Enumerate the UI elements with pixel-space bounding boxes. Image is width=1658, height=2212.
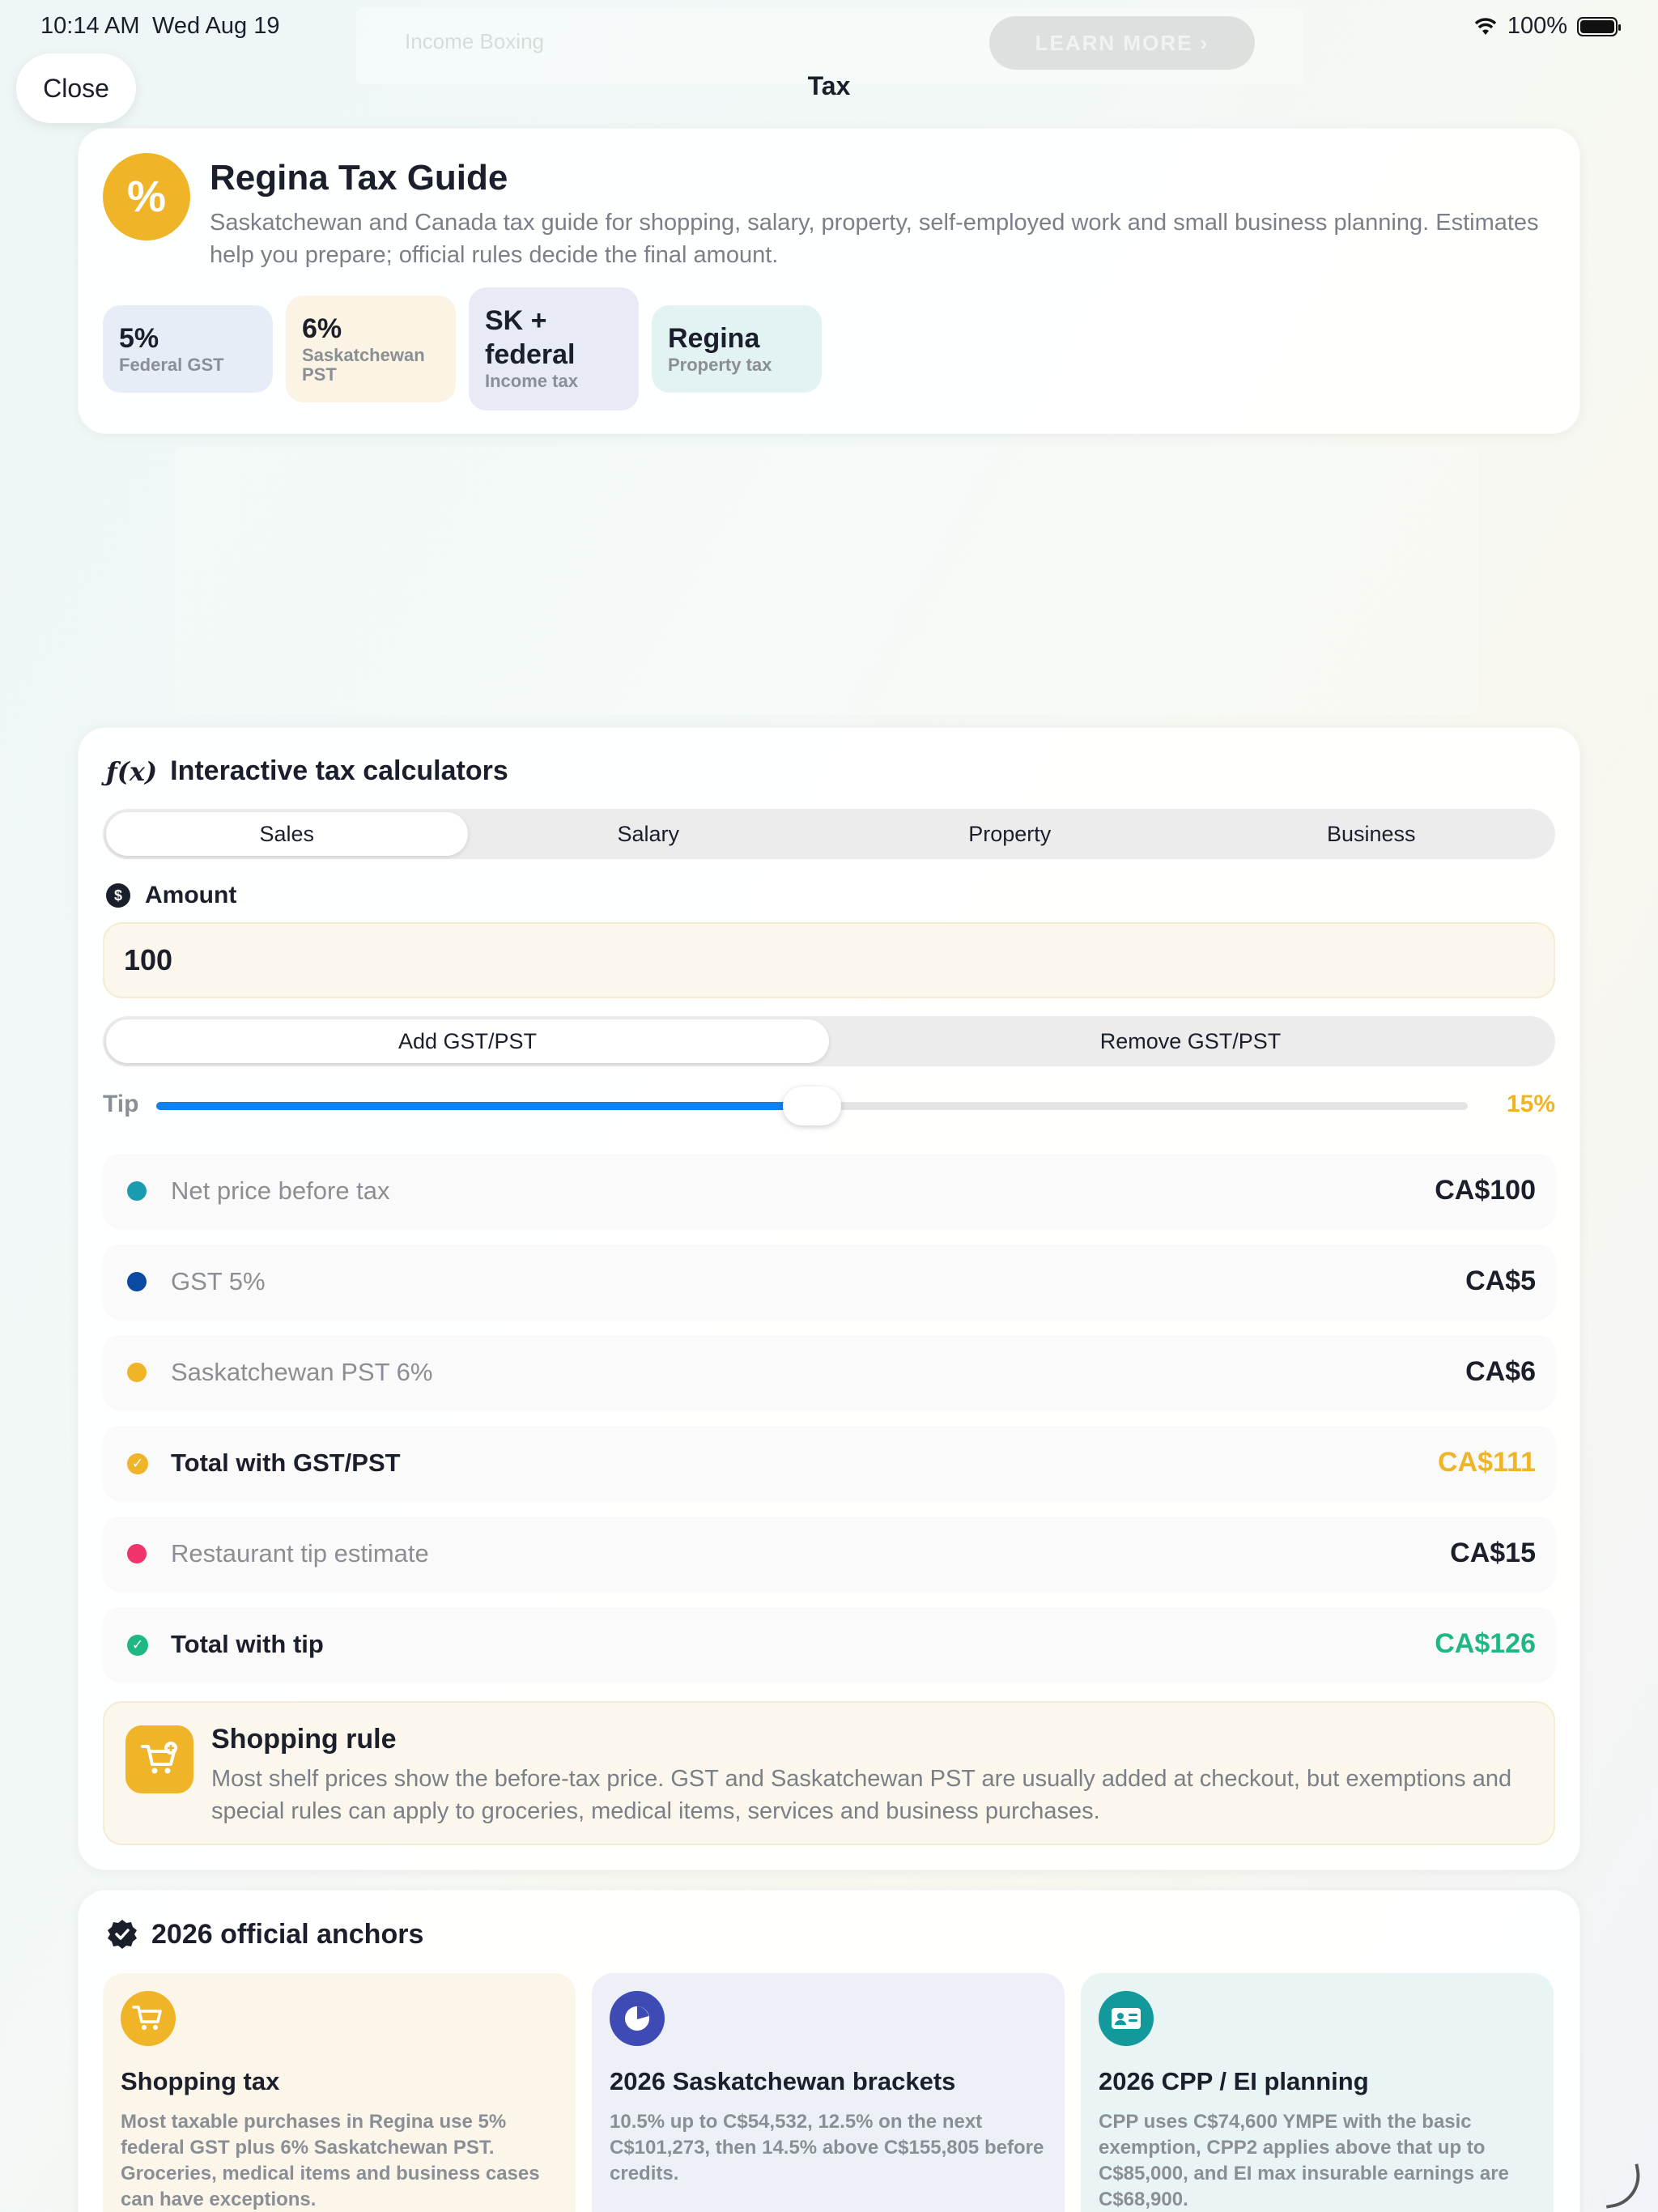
rule-title: Shopping rule xyxy=(211,1724,397,1755)
background-learn-more-button: LEARN MORE › xyxy=(989,16,1255,70)
calculator-card: ƒ(x) Interactive tax calculators Sales S… xyxy=(78,727,1580,1870)
result-row-total-tax: ✓ Total with GST/PST CA$111 xyxy=(103,1426,1555,1500)
marker-dot xyxy=(127,1181,147,1201)
check-badge-icon: ✓ xyxy=(127,1635,148,1656)
cart-icon xyxy=(121,1991,176,2046)
background-banner-text: Income Boxing xyxy=(405,29,544,53)
rule-text: Most shelf prices show the before-tax pr… xyxy=(211,1766,1512,1824)
guide-header-card: % Regina Tax Guide Saskatchewan and Cana… xyxy=(78,128,1580,434)
tip-slider-fill xyxy=(156,1102,812,1110)
amount-input[interactable]: 100 xyxy=(103,922,1555,998)
anchor-card-cpp-ei: 2026 CPP / EI planning CPP uses C$74,600… xyxy=(1081,1973,1554,2212)
calculator-header: ƒ(x) Interactive tax calculators xyxy=(106,755,508,787)
pie-chart-icon xyxy=(610,1991,665,2046)
tip-slider[interactable] xyxy=(156,1087,1468,1125)
tip-slider-thumb[interactable] xyxy=(783,1087,841,1125)
anchor-card-shopping: Shopping tax Most taxable purchases in R… xyxy=(103,1973,576,2212)
id-card-icon xyxy=(1099,1991,1154,2046)
amount-label-text: Amount xyxy=(145,882,237,908)
tab-salary[interactable]: Salary xyxy=(468,812,830,856)
result-row-tip: Restaurant tip estimate CA$15 xyxy=(103,1516,1555,1591)
anchor-text: CPP uses C$74,600 YMPE with the basic ex… xyxy=(1099,2111,1509,2210)
scroll-indicator xyxy=(1600,2163,1645,2209)
result-label: Saskatchewan PST 6% xyxy=(171,1358,433,1386)
result-label: Restaurant tip estimate xyxy=(171,1539,429,1568)
summary-chips: 5% Federal GST 6% Saskatchewan PST SK + … xyxy=(103,287,822,410)
tab-property[interactable]: Property xyxy=(829,812,1191,856)
chip-label: Property tax xyxy=(668,355,772,375)
anchor-title: Shopping tax xyxy=(121,2067,280,2095)
tip-value: 15% xyxy=(1506,1091,1555,1117)
anchor-title: 2026 CPP / EI planning xyxy=(1099,2067,1369,2095)
remove-tax-option[interactable]: Remove GST/PST xyxy=(829,1019,1552,1063)
chip-value: 5% xyxy=(119,323,159,354)
result-label: GST 5% xyxy=(171,1267,266,1295)
amount-label: $ Amount xyxy=(106,882,236,909)
guide-description: Saskatchewan and Canada tax guide for sh… xyxy=(210,210,1539,268)
guide-title: Regina Tax Guide xyxy=(210,158,508,198)
result-value: CA$6 xyxy=(1465,1356,1536,1387)
shopping-rule-note: Shopping rule Most shelf prices show the… xyxy=(103,1701,1555,1845)
result-label: Net price before tax xyxy=(171,1176,390,1205)
marker-dot xyxy=(127,1363,147,1382)
tax-mode-toggle: Add GST/PST Remove GST/PST xyxy=(103,1016,1555,1066)
status-right: 100% xyxy=(1473,13,1621,40)
battery-percent: 100% xyxy=(1507,13,1567,39)
anchor-cards: Shopping tax Most taxable purchases in R… xyxy=(103,1973,1554,2212)
anchors-header: 2026 official anchors xyxy=(106,1918,423,1950)
calculator-tabs: Sales Salary Property Business xyxy=(103,809,1555,859)
wifi-icon xyxy=(1474,17,1497,35)
chip-property-tax: Regina Property tax xyxy=(652,305,822,393)
anchors-title: 2026 official anchors xyxy=(151,1918,424,1950)
verified-badge-icon xyxy=(108,1920,137,1949)
function-icon: ƒ(x) xyxy=(106,755,158,787)
result-value: CA$15 xyxy=(1450,1538,1536,1568)
chip-value: Regina xyxy=(668,323,760,354)
result-row-pst: Saskatchewan PST 6% CA$6 xyxy=(103,1335,1555,1410)
tab-sales[interactable]: Sales xyxy=(106,812,468,856)
add-tax-option[interactable]: Add GST/PST xyxy=(106,1019,829,1063)
anchor-text: Most taxable purchases in Regina use 5% … xyxy=(121,2111,540,2210)
chip-label: Income tax xyxy=(485,371,578,391)
result-label: Total with GST/PST xyxy=(171,1448,401,1477)
tab-business[interactable]: Business xyxy=(1191,812,1553,856)
nav-title: Tax xyxy=(807,71,851,100)
chip-value: SK + federal xyxy=(485,305,576,370)
result-value: CA$111 xyxy=(1438,1447,1536,1478)
tip-slider-row: Tip 15% xyxy=(103,1084,1555,1125)
check-badge-icon: ✓ xyxy=(127,1453,148,1474)
anchor-title: 2026 Saskatchewan brackets xyxy=(610,2067,956,2095)
anchor-text: 10.5% up to C$54,532, 12.5% on the next … xyxy=(610,2111,1044,2184)
chip-pst: 6% Saskatchewan PST xyxy=(286,296,456,402)
chip-gst: 5% Federal GST xyxy=(103,305,273,393)
result-value: CA$100 xyxy=(1435,1175,1536,1206)
tip-label: Tip xyxy=(103,1091,139,1117)
marker-dot xyxy=(127,1272,147,1291)
status-date: Wed Aug 19 xyxy=(152,13,280,39)
result-row-total-tip: ✓ Total with tip CA$126 xyxy=(103,1607,1555,1682)
chip-label: Saskatchewan PST xyxy=(302,345,425,385)
official-anchors-card: 2026 official anchors Shopping tax Most … xyxy=(78,1890,1580,2212)
result-value: CA$5 xyxy=(1465,1266,1536,1296)
result-row-net: Net price before tax CA$100 xyxy=(103,1154,1555,1228)
percent-icon: % xyxy=(103,153,190,240)
dollar-icon: $ xyxy=(106,883,130,908)
background-placeholder xyxy=(175,447,1478,714)
result-label: Total with tip xyxy=(171,1630,324,1658)
chip-label: Federal GST xyxy=(119,355,224,375)
anchor-card-brackets: 2026 Saskatchewan brackets 10.5% up to C… xyxy=(592,1973,1065,2212)
calculator-title: Interactive tax calculators xyxy=(170,755,508,786)
status-time: 10:14 AM xyxy=(40,13,140,39)
marker-dot xyxy=(127,1544,147,1563)
result-rows: Net price before tax CA$100 GST 5% CA$5 … xyxy=(103,1154,1555,1698)
battery-icon xyxy=(1577,16,1621,36)
result-value: CA$126 xyxy=(1435,1628,1536,1659)
cart-plus-icon xyxy=(125,1725,193,1793)
result-row-gst: GST 5% CA$5 xyxy=(103,1244,1555,1319)
chip-value: 6% xyxy=(302,313,342,344)
chip-income-tax: SK + federal Income tax xyxy=(469,287,639,410)
